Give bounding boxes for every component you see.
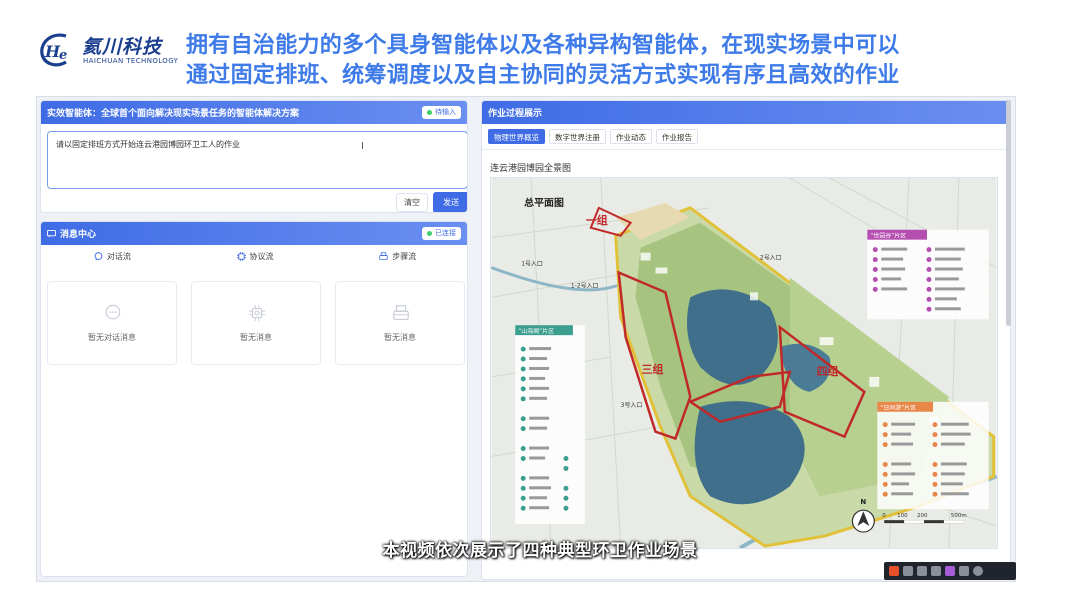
- map-title: 连云港园博园全景图: [490, 164, 572, 174]
- printer-icon: [379, 251, 388, 260]
- company-logo: H e 氦川科技 HAICHUAN TECHNOLOGY: [36, 28, 179, 72]
- legend-left-title: “山海阁”片区: [518, 327, 554, 335]
- steps-empty-text: 暂无消息: [384, 333, 416, 342]
- tab-divider: [482, 149, 1010, 150]
- chip-icon: [236, 251, 246, 261]
- stream-dialog[interactable]: 对话流: [41, 245, 184, 267]
- task-panel: 实效智能体：全球首个面向解决现实场景任务的智能体解决方案 待输入 请以固定排班方…: [40, 100, 468, 213]
- scale-100: 100: [897, 513, 908, 519]
- tab-work-dynamics[interactable]: 作业动态: [610, 129, 652, 144]
- steps-empty-card: 暂无消息: [335, 281, 465, 365]
- task-panel-header: 实效智能体：全球首个面向解决现实场景任务的智能体解决方案 待输入: [41, 101, 467, 124]
- scale-500: 500m: [951, 513, 967, 519]
- message-center-panel: 消息中心 已连接 对话流 协议流 步骤流 暂无对话消息 暂无消息 暂无消息: [40, 221, 468, 577]
- north-label: N: [860, 498, 866, 506]
- stream-protocol[interactable]: 协议流: [184, 245, 327, 267]
- entrance-2-label: 2号入口: [760, 255, 782, 262]
- dialog-empty-text: 暂无对话消息: [88, 333, 136, 342]
- legend-right-bottom: “日间游”片区: [877, 401, 989, 510]
- headline-line-1: 拥有自治能力的多个具身智能体以及各种异构智能体，在现实场景中可以: [186, 33, 900, 58]
- legend-right-top: “世园谷”片区: [867, 229, 989, 320]
- entrance-1-label: 1号入口: [521, 261, 543, 268]
- grid-icon[interactable]: [959, 566, 969, 576]
- logo-name-en: HAICHUAN TECHNOLOGY: [83, 57, 179, 65]
- tab-work-report[interactable]: 作业报告: [656, 129, 698, 144]
- stream-dialog-label: 对话流: [106, 251, 131, 261]
- gear-chip-icon: [248, 304, 266, 322]
- stream-tabs: 对话流 协议流 步骤流: [41, 245, 467, 267]
- tray-icon: [393, 305, 409, 320]
- system-tray: [884, 562, 1016, 580]
- connection-status-badge: 已连接: [422, 227, 461, 240]
- tab-digital-register[interactable]: 数字世界注册: [549, 129, 606, 144]
- stream-protocol-label: 协议流: [249, 251, 274, 261]
- park-map[interactable]: 总平面图 一组 三组 四组 1-2号入口 2号入口 3号入口 1号入口 “世园谷…: [490, 177, 998, 549]
- status-dot-icon: [427, 110, 432, 115]
- clear-button[interactable]: 清空: [396, 193, 428, 212]
- message-center-header: 消息中心 已连接: [41, 222, 467, 245]
- chat-bubble-icon: [105, 304, 121, 320]
- page-scrollbar[interactable]: [1006, 100, 1011, 326]
- legend-right-bottom-title: “日间游”片区: [880, 404, 916, 412]
- tab-physical-world[interactable]: 物理世界概览: [488, 129, 545, 144]
- scale-0: 0: [882, 513, 886, 519]
- entrance-1-2-label: 1-2号入口: [571, 282, 599, 289]
- task-status-badge: 待输入: [422, 106, 461, 119]
- message-icon: [47, 229, 56, 238]
- group-1-label: 一组: [586, 213, 608, 227]
- app-window: 实效智能体：全球首个面向解决现实场景任务的智能体解决方案 待输入 请以固定排班方…: [36, 96, 1016, 582]
- stream-steps-label: 步骤流: [392, 251, 417, 261]
- language-icon[interactable]: [903, 566, 913, 576]
- text-cursor-icon: I: [361, 141, 364, 152]
- protocol-empty-card: 暂无消息: [191, 281, 321, 365]
- message-center-title: 消息中心: [60, 230, 97, 240]
- slide: H e 氦川科技 HAICHUAN TECHNOLOGY 拥有自治能力的多个具身…: [0, 0, 1080, 608]
- stream-steps[interactable]: 步骤流: [326, 245, 467, 267]
- work-panel-title: 作业过程展示: [488, 109, 543, 119]
- logo-name-cn: 氦川科技: [82, 36, 163, 58]
- scale-200: 200: [917, 513, 928, 519]
- svg-text:e: e: [59, 48, 67, 63]
- logo-mark-icon: H e: [40, 33, 67, 67]
- group-3-label: 三组: [642, 362, 664, 376]
- headline: 拥有自治能力的多个具身智能体以及各种异构智能体，在现实场景中可以 通过固定排班、…: [186, 31, 1066, 91]
- work-process-panel: 作业过程展示 物理世界概览 数字世界注册 作业动态 作业报告 连云港园博园全景图: [481, 100, 1011, 580]
- connection-status-text: 已连接: [435, 229, 456, 237]
- keyboard-icon[interactable]: [931, 566, 941, 576]
- legend-left: “山海阁”片区: [515, 325, 585, 525]
- work-panel-header: 作业过程展示: [482, 101, 1010, 124]
- group-4-label: 四组: [817, 364, 839, 378]
- task-panel-title: 实效智能体：全球首个面向解决现实场景任务的智能体解决方案: [47, 109, 300, 119]
- map-heading: 总平面图: [524, 196, 564, 209]
- app-icon[interactable]: [945, 566, 955, 576]
- video-subtitle: 本视频依次展示了四种典型环卫作业场景: [382, 541, 698, 561]
- user-icon[interactable]: [973, 566, 983, 576]
- legend-right-top-title: “世园谷”片区: [870, 232, 906, 240]
- protocol-empty-text: 暂无消息: [240, 333, 272, 342]
- headline-line-2: 通过固定排班、统筹调度以及自主协同的灵活方式实现有序且高效的作业: [186, 63, 900, 88]
- send-button[interactable]: 发送: [433, 192, 467, 212]
- dialog-empty-card: 暂无对话消息: [47, 281, 177, 365]
- task-status-text: 待输入: [435, 108, 456, 116]
- work-tabs: 物理世界概览 数字世界注册 作业动态 作业报告: [488, 129, 698, 144]
- chat-icon: [94, 251, 103, 261]
- ime-icon[interactable]: [889, 566, 899, 576]
- task-input[interactable]: 请以固定排班方式开始连云港园博园环卫工人的作业: [47, 131, 467, 189]
- mic-icon[interactable]: [917, 566, 927, 576]
- entrance-3-label: 3号入口: [621, 402, 643, 409]
- connected-dot-icon: [427, 231, 432, 236]
